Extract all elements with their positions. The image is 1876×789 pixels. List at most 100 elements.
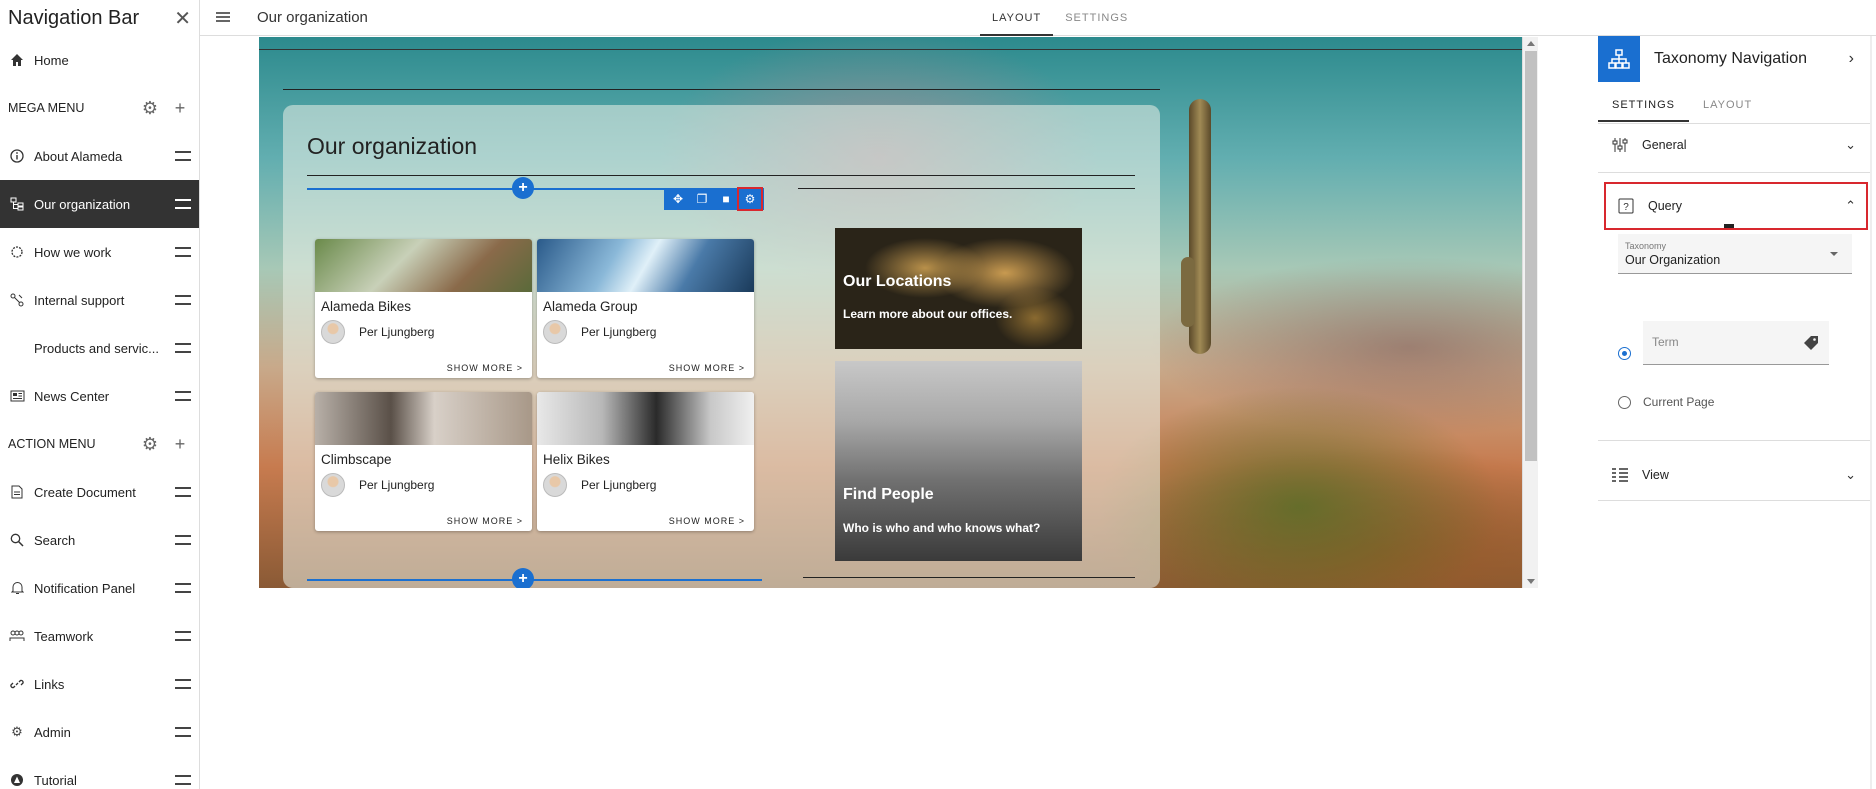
scroll-up-icon[interactable] xyxy=(1527,41,1535,46)
scrollbar-thumb[interactable] xyxy=(1525,51,1537,461)
org-card[interactable]: Alameda Group Per Ljungberg SHOW MORE > xyxy=(537,239,754,378)
drag-handle-icon[interactable] xyxy=(175,727,191,737)
navigation-sidebar: Navigation Bar ✕ Home MEGA MENU ⚙ + Abou… xyxy=(0,0,200,789)
document-icon xyxy=(8,483,26,501)
term-radio[interactable] xyxy=(1618,347,1631,360)
tab-settings[interactable]: SETTINGS xyxy=(1598,88,1690,122)
promo-find-people[interactable]: Find People Who is who and who knows wha… xyxy=(835,361,1082,561)
sidebar-item-tutorial[interactable]: Tutorial xyxy=(0,756,199,789)
sidebar-item-internal-support[interactable]: Internal support xyxy=(0,276,199,324)
taxonomy-icon xyxy=(1598,36,1640,82)
add-webpart-button[interactable]: + xyxy=(512,568,534,588)
webpart-settings-panel: Taxonomy Navigation › SETTINGS LAYOUT Ge… xyxy=(1598,36,1870,789)
avatar xyxy=(321,320,345,344)
tab-layout[interactable]: LAYOUT xyxy=(980,0,1054,36)
field-value: Our Organization xyxy=(1625,253,1721,267)
show-more-link[interactable]: SHOW MORE > xyxy=(669,363,745,373)
sidebar-item-label: Search xyxy=(34,532,76,548)
current-page-radio[interactable] xyxy=(1618,396,1631,409)
chevron-up-icon: ⌃ xyxy=(1845,198,1856,213)
drag-handle-icon[interactable] xyxy=(175,775,191,785)
drag-handle-icon[interactable] xyxy=(175,583,191,593)
drag-handle-icon[interactable] xyxy=(175,295,191,305)
drag-handle-icon[interactable] xyxy=(175,391,191,401)
sidebar-item-links[interactable]: Links xyxy=(0,660,199,708)
sidebar-item-about-alameda[interactable]: About Alameda xyxy=(0,132,199,180)
delete-icon[interactable]: ■ xyxy=(714,188,738,210)
gear-icon[interactable]: ⚙ xyxy=(139,434,161,455)
sidebar-item-products-and-services[interactable]: Products and servic... xyxy=(0,324,199,372)
add-icon[interactable]: + xyxy=(169,434,191,455)
show-more-link[interactable]: SHOW MORE > xyxy=(447,363,523,373)
drag-handle-icon[interactable] xyxy=(175,487,191,497)
canvas-scrollbar[interactable] xyxy=(1522,37,1538,588)
add-webpart-button[interactable]: + xyxy=(512,177,534,199)
close-icon[interactable]: ✕ xyxy=(174,6,191,31)
org-card[interactable]: Alameda Bikes Per Ljungberg SHOW MORE > xyxy=(315,239,532,378)
org-card[interactable]: Helix Bikes Per Ljungberg SHOW MORE > xyxy=(537,392,754,531)
show-more-link[interactable]: SHOW MORE > xyxy=(447,516,523,526)
drag-handle-icon[interactable] xyxy=(175,631,191,641)
panel-header: Taxonomy Navigation › xyxy=(1598,36,1870,82)
settings-gear-icon[interactable]: ⚙ xyxy=(737,187,763,211)
tab-settings[interactable]: SETTINGS xyxy=(1053,0,1140,36)
sidebar-item-notification-panel[interactable]: Notification Panel xyxy=(0,564,199,612)
editor-tabs: LAYOUT SETTINGS xyxy=(980,0,1140,36)
promo-our-locations[interactable]: Our Locations Learn more about our offic… xyxy=(835,228,1082,349)
show-more-link[interactable]: SHOW MORE > xyxy=(669,516,745,526)
promo-title: Find People xyxy=(843,486,934,503)
card-person: Per Ljungberg xyxy=(537,467,754,497)
drag-handle-icon[interactable] xyxy=(175,679,191,689)
scroll-down-icon[interactable] xyxy=(1527,579,1535,584)
mega-menu-label: MEGA MENU xyxy=(8,101,85,115)
tab-layout[interactable]: LAYOUT xyxy=(1689,88,1766,122)
add-icon[interactable]: + xyxy=(169,98,191,119)
panel-scrollbar[interactable] xyxy=(1870,36,1872,789)
app-root: Navigation Bar ✕ Home MEGA MENU ⚙ + Abou… xyxy=(0,0,1876,789)
sidebar-item-label: Teamwork xyxy=(34,628,94,644)
drag-handle-icon[interactable] xyxy=(175,151,191,161)
chevron-down-icon: ⌄ xyxy=(1845,137,1856,152)
accordion-general[interactable]: General ⌄ xyxy=(1598,124,1868,166)
accordion-query[interactable]: ? Query ⌃ xyxy=(1604,182,1868,230)
drag-handle-icon[interactable] xyxy=(175,247,191,257)
drag-handle-icon[interactable] xyxy=(175,343,191,353)
background-cactus-arm xyxy=(1181,257,1195,327)
sidebar-item-label: Notification Panel xyxy=(34,580,136,596)
card-person: Per Ljungberg xyxy=(315,314,532,344)
field-label: Taxonomy xyxy=(1625,241,1667,251)
promo-subtitle: Who is who and who knows what? xyxy=(843,521,1041,535)
sidebar-item-label: Links xyxy=(34,676,65,692)
drag-handle-icon[interactable] xyxy=(175,535,191,545)
sidebar-item-create-document[interactable]: Create Document xyxy=(0,468,199,516)
sliders-icon xyxy=(1610,135,1630,155)
org-card[interactable]: Climbscape Per Ljungberg SHOW MORE > xyxy=(315,392,532,531)
sidebar-item-search[interactable]: Search xyxy=(0,516,199,564)
sidebar-item-admin[interactable]: ⚙ Admin xyxy=(0,708,199,756)
panel-tabs: SETTINGS LAYOUT xyxy=(1598,88,1766,122)
move-icon[interactable]: ✥ xyxy=(666,188,690,210)
term-placeholder: Term xyxy=(1652,335,1679,349)
sidebar-item-our-organization[interactable]: Our organization xyxy=(0,180,199,228)
sidebar-item-teamwork[interactable]: Teamwork xyxy=(0,612,199,660)
accordion-view[interactable]: View ⌄ xyxy=(1598,454,1868,496)
sidebar-title: Navigation Bar xyxy=(8,6,140,29)
mouse-cursor xyxy=(1724,224,1734,228)
gear-icon[interactable]: ⚙ xyxy=(139,98,161,119)
gear-icon: ⚙ xyxy=(11,724,23,739)
divider xyxy=(307,175,1135,176)
taxonomy-select[interactable]: Taxonomy Our Organization xyxy=(1618,234,1852,274)
person-name: Per Ljungberg xyxy=(581,478,657,492)
sidebar-item-label: Home xyxy=(34,52,69,68)
sidebar-item-how-we-work[interactable]: How we work xyxy=(0,228,199,276)
avatar xyxy=(321,473,345,497)
sidebar-item-home[interactable]: Home xyxy=(0,36,199,84)
promo-title: Our Locations xyxy=(843,273,952,290)
term-input[interactable]: Term xyxy=(1643,321,1829,365)
divider xyxy=(1598,172,1870,173)
duplicate-icon[interactable]: ❐ xyxy=(690,188,714,210)
hamburger-menu-icon[interactable] xyxy=(216,12,230,22)
sidebar-item-news-center[interactable]: News Center xyxy=(0,372,199,420)
chevron-right-icon[interactable]: › xyxy=(1849,50,1854,68)
drag-handle-icon[interactable] xyxy=(175,199,191,209)
